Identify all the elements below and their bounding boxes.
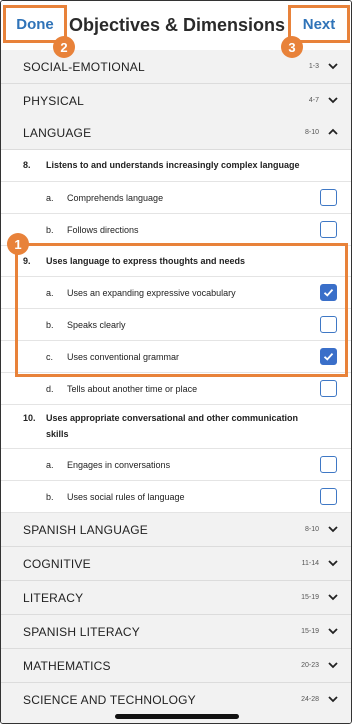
section-range: 11-14	[301, 560, 319, 567]
chevron-down-icon	[328, 696, 338, 703]
section-label: LANGUAGE	[23, 126, 92, 140]
objective-number: 10.	[23, 413, 36, 423]
checkbox[interactable]	[320, 189, 337, 206]
objective-text: Uses language to express thoughts and ne…	[46, 256, 246, 266]
dimension-letter: a.	[46, 288, 54, 298]
checkbox[interactable]	[320, 316, 337, 333]
dimension-text: Engages in conversations	[67, 460, 171, 470]
dimension-text: Uses conventional grammar	[67, 352, 180, 362]
section-range: 24-28	[301, 696, 319, 703]
dimension-row[interactable]: c. Uses conventional grammar	[1, 341, 351, 373]
objective-text: Listens to and understands increasingly …	[46, 160, 300, 170]
section-label: SOCIAL-EMOTIONAL	[23, 60, 145, 74]
section-range: 15-19	[301, 594, 319, 601]
checkmark-icon	[323, 352, 334, 361]
section-literacy[interactable]: LITERACY 15-19	[1, 581, 351, 615]
objective-number: 8.	[23, 160, 31, 170]
dimension-row[interactable]: b. Follows directions	[1, 214, 351, 246]
checkmark-icon	[323, 288, 334, 297]
objective-number: 9.	[23, 256, 31, 266]
chevron-down-icon	[328, 594, 338, 601]
dimension-row[interactable]: a. Comprehends language	[1, 182, 351, 214]
objective-row-8: 8. Listens to and understands increasing…	[1, 150, 351, 182]
dimension-letter: d.	[46, 384, 54, 394]
checkbox[interactable]	[320, 456, 337, 473]
dimension-text: Uses social rules of language	[67, 492, 185, 502]
dimension-text: Speaks clearly	[67, 320, 126, 330]
section-mathematics[interactable]: MATHEMATICS 20-23	[1, 649, 351, 683]
section-physical[interactable]: PHYSICAL 4-7	[1, 84, 351, 118]
home-indicator[interactable]	[115, 714, 239, 719]
section-range: 15-19	[301, 628, 319, 635]
section-label: COGNITIVE	[23, 557, 91, 571]
dimension-row[interactable]: d. Tells about another time or place	[1, 373, 351, 405]
section-label: PHYSICAL	[23, 94, 84, 108]
section-label: LITERACY	[23, 591, 84, 605]
chevron-down-icon	[328, 560, 338, 567]
dimension-letter: c.	[46, 352, 54, 362]
dimension-letter: b.	[46, 225, 54, 235]
checkbox-checked[interactable]	[320, 348, 337, 365]
callout-badge-1: 1	[7, 233, 29, 255]
objective-row-10: 10. Uses appropriate conversational and …	[1, 405, 351, 449]
checkbox[interactable]	[320, 380, 337, 397]
dimension-text: Follows directions	[67, 225, 139, 235]
dimension-letter: a.	[46, 193, 54, 203]
dimension-letter: b.	[46, 320, 54, 330]
section-label: SPANISH LITERACY	[23, 625, 141, 639]
chevron-down-icon	[328, 628, 338, 635]
checkbox[interactable]	[320, 488, 337, 505]
section-language[interactable]: LANGUAGE 8-10	[1, 116, 351, 150]
callout-badge-2: 2	[53, 36, 75, 58]
dimension-text: Comprehends language	[67, 193, 164, 203]
objective-row-9: 9. Uses language to express thoughts and…	[1, 246, 351, 277]
callout-badge-3: 3	[281, 36, 303, 58]
chevron-up-icon	[328, 128, 338, 135]
chevron-down-icon	[328, 97, 338, 104]
checkbox[interactable]	[320, 221, 337, 238]
dimension-letter: a.	[46, 460, 54, 470]
section-range: 8-10	[304, 129, 319, 136]
dimension-text: Tells about another time or place	[67, 384, 198, 394]
chevron-down-icon	[328, 63, 338, 70]
app-screen: Done Objectives & Dimensions Next 2 3 SO…	[0, 0, 352, 724]
section-spanish-literacy[interactable]: SPANISH LITERACY 15-19	[1, 615, 351, 649]
section-range: 1-3	[308, 63, 319, 70]
dimension-row[interactable]: b. Uses social rules of language	[1, 481, 351, 513]
dimension-row[interactable]: b. Speaks clearly	[1, 309, 351, 341]
dimension-letter: b.	[46, 492, 54, 502]
section-label: SPANISH LANGUAGE	[23, 523, 149, 537]
dimension-row[interactable]: a. Uses an expanding expressive vocabula…	[1, 277, 351, 309]
section-range: 4-7	[308, 97, 319, 104]
chevron-down-icon	[328, 662, 338, 669]
section-range: 8-10	[304, 526, 319, 533]
dimension-text: Uses an expanding expressive vocabulary	[67, 288, 236, 298]
checkbox-checked[interactable]	[320, 284, 337, 301]
chevron-down-icon	[328, 526, 338, 533]
section-label: MATHEMATICS	[23, 659, 111, 673]
objective-text: Uses appropriate conversational and othe…	[46, 413, 299, 439]
section-spanish-language[interactable]: SPANISH LANGUAGE 8-10	[1, 513, 351, 547]
section-range: 20-23	[301, 662, 319, 669]
section-label: SCIENCE AND TECHNOLOGY	[23, 693, 196, 707]
dimension-row[interactable]: a. Engages in conversations	[1, 449, 351, 481]
section-cognitive[interactable]: COGNITIVE 11-14	[1, 547, 351, 581]
